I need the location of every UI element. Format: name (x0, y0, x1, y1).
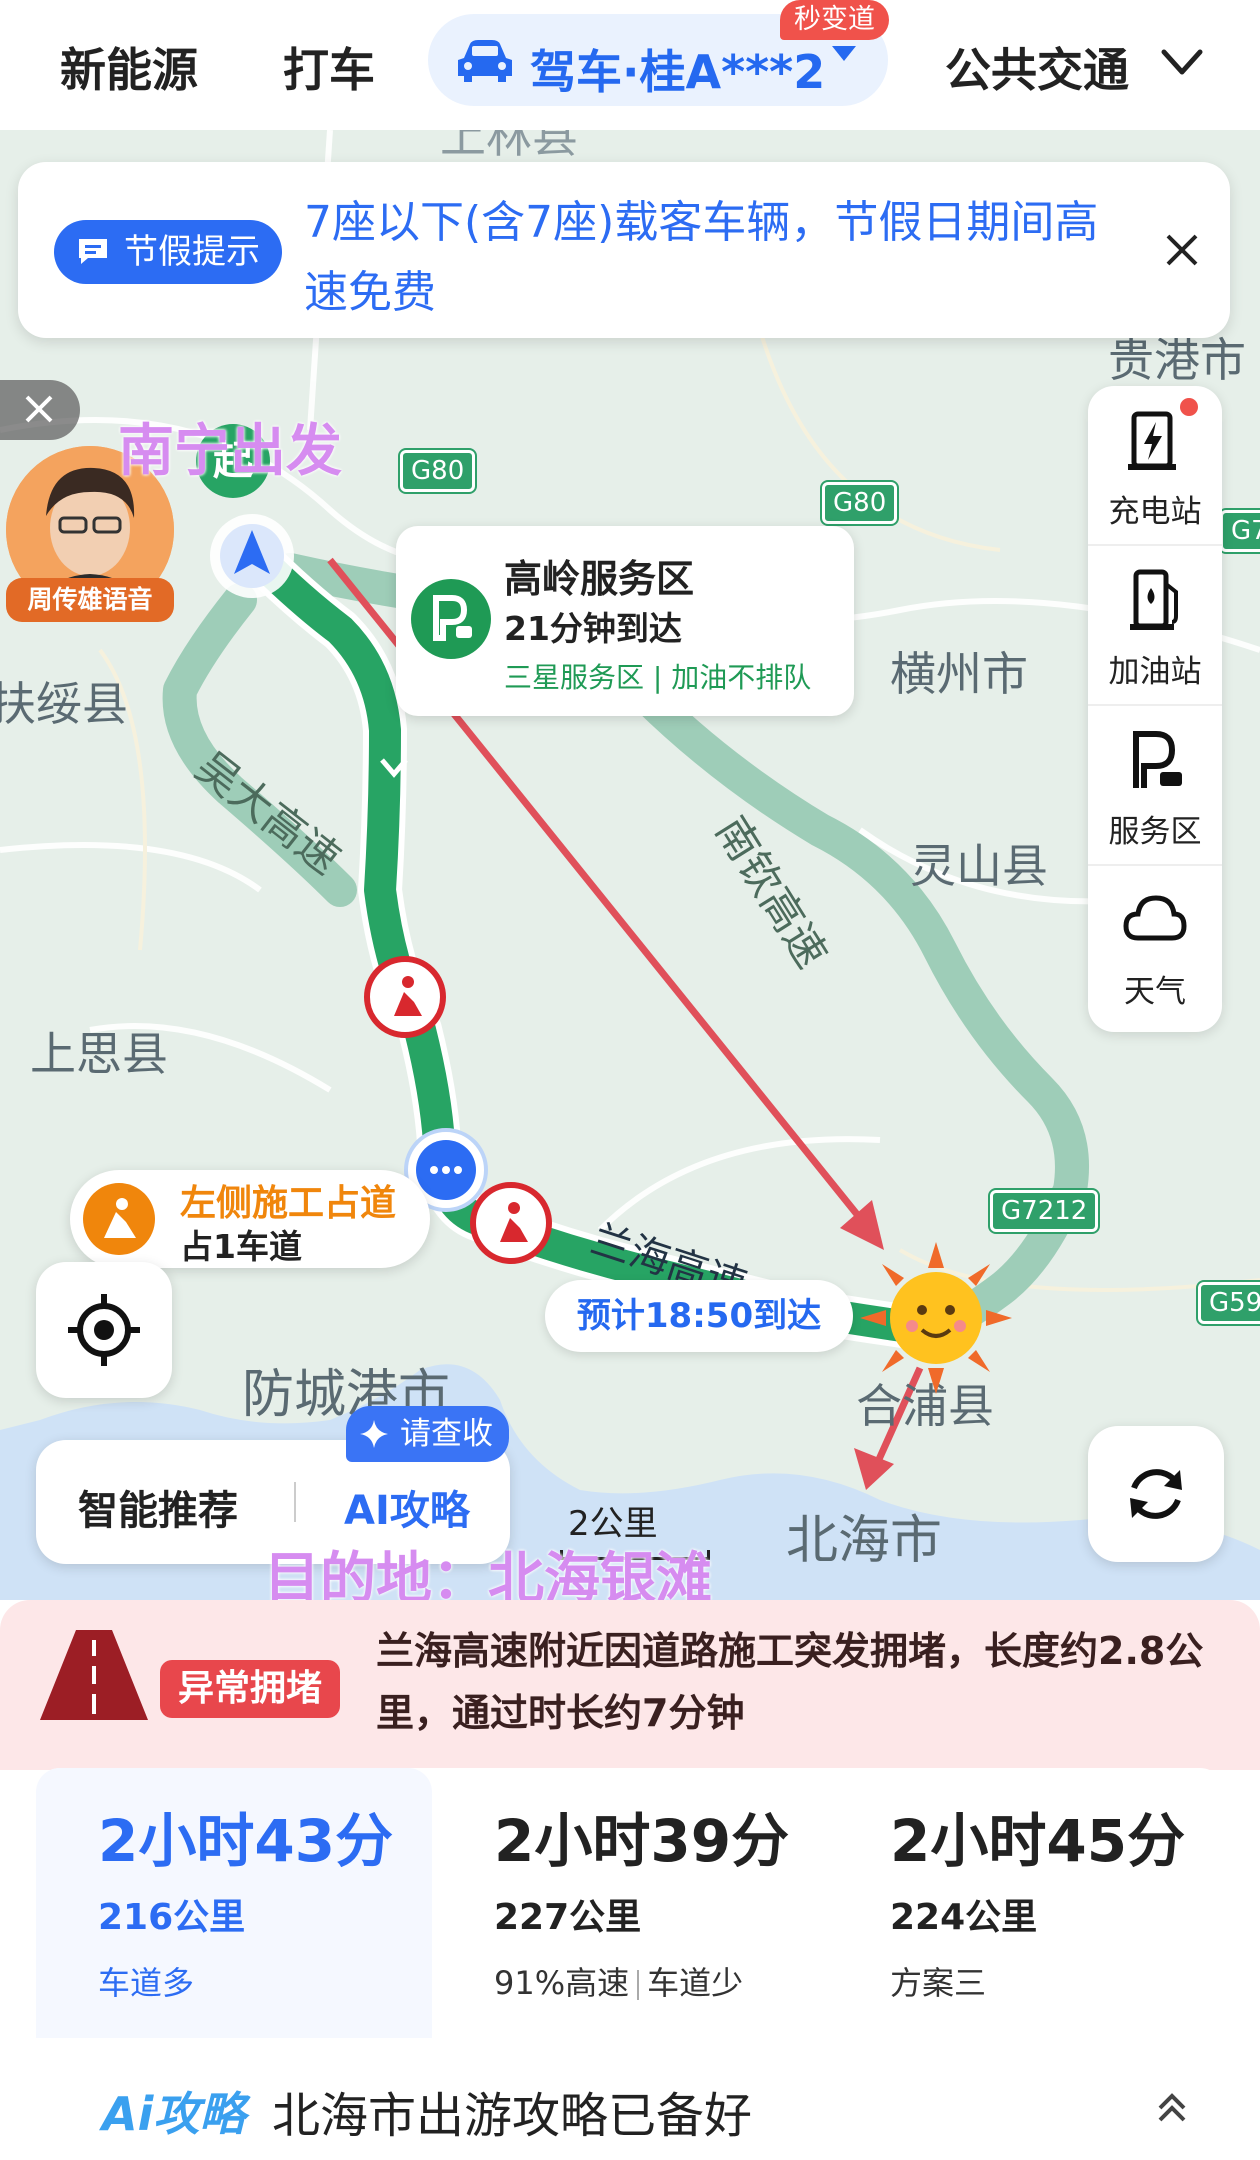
gas-station-button[interactable]: 加油站 (1088, 546, 1222, 706)
refresh-icon (1130, 1469, 1182, 1519)
message-icon (79, 239, 107, 264)
tab-transit[interactable]: 公共交通 (945, 34, 1129, 100)
highway-shield-g72: G72 (1220, 510, 1260, 552)
route-feature-a: 车道多 (98, 1964, 195, 2002)
weather-label: 天气 (1124, 974, 1186, 1010)
crosshair-icon (68, 1294, 140, 1366)
route-option-1[interactable]: 2小时43分 216公里 车道多 (36, 1768, 432, 2038)
mode-tab-bar: 新能源 打车 驾车·桂A***2 秒变道 公共交通 (0, 0, 1260, 130)
route-feature-a: 方案三 (890, 1964, 987, 2002)
holiday-notice: 节假提示 7座以下(含7座)载客车辆，节假日期间高速免费 (18, 162, 1230, 338)
map-label-hengzhou: 横州市 (890, 647, 1028, 701)
ai-guide-button[interactable]: AI攻略 (344, 1478, 470, 1536)
charging-station-button[interactable]: 充电站 (1088, 386, 1222, 546)
expand-tabs-icon[interactable] (1160, 40, 1204, 84)
gas-pump-icon (1130, 569, 1178, 630)
voice-avatar-caption: 周传雄语音 (6, 578, 174, 622)
map-label-lingshan: 灵山县 (910, 839, 1048, 893)
chevron-down-icon (832, 46, 856, 61)
route-option-3[interactable]: 2小时45分 224公里 方案三 (828, 1768, 1224, 2038)
route-duration: 2小时45分 (890, 1807, 1186, 1875)
fast-lane-badge: 秒变道 (780, 0, 889, 40)
car-icon (458, 40, 512, 82)
route-distance: 224公里 (890, 1897, 1038, 1938)
refresh-route-button[interactable] (1088, 1426, 1224, 1562)
construction-detail: 占1车道 (180, 1227, 302, 1266)
charging-station-label: 充电站 (1108, 494, 1202, 530)
map-label-shangsi: 上思县 (30, 1027, 168, 1081)
service-area-arrival: 21分钟到达 (504, 609, 682, 648)
construction-info-card[interactable]: 左侧施工占道 占1车道 (70, 1170, 430, 1268)
route-options: 2小时43分 216公里 车道多 2小时39分 227公里 91%高速 车道少 2… (36, 1768, 1224, 2160)
route-duration: 2小时43分 (98, 1807, 394, 1875)
tab-taxi[interactable]: 打车 (283, 34, 375, 100)
map-label-fusui: 扶绥县 (0, 677, 128, 731)
tab-new-energy[interactable]: 新能源 (60, 34, 198, 100)
map-label-beihai: 北海市 (786, 1511, 943, 1571)
departure-annotation: 南宁出发 (118, 419, 342, 484)
map-label-town-top: 上林县 (440, 130, 578, 163)
holiday-notice-text: 7座以下(含7座)载客车辆，节假日期间高速免费 (304, 197, 1099, 318)
route-map[interactable]: 上林县 贵港市 扶绥县 横州市 灵山县 上思县 防城港市 合浦县 北海市 吴大高… (0, 130, 1260, 1600)
ai-guide-text: 北海市出游攻略已备好 (272, 2088, 753, 2144)
eta-label: 预计18:50到达 (545, 1280, 853, 1352)
destination-annotation: 目的地：北海银滩 (264, 1547, 712, 1600)
congestion-message: 兰海高速附近因道路施工突发拥堵，长度约2.8公里，通过时长约7分钟 (376, 1629, 1204, 1735)
holiday-notice-badge: 节假提示 (54, 220, 282, 284)
route-feature: 方案三 (890, 1958, 986, 2004)
locate-me-button[interactable] (36, 1262, 172, 1398)
please-check-label: 请查收 (400, 1416, 493, 1452)
charging-station-icon (1128, 411, 1176, 470)
service-area-name: 高岭服务区 (504, 557, 695, 601)
route-distance: 227公里 (494, 1897, 642, 1938)
avatar-close-button[interactable] (0, 380, 80, 440)
cloud-icon (1123, 895, 1187, 941)
ai-guide-logo: Ai攻略 (102, 2087, 246, 2141)
holiday-notice-badge-label: 节假提示 (124, 232, 260, 272)
current-location-arrow-icon (210, 514, 294, 598)
map-tools-panel: 充电站 加油站 服务区 天气 (1088, 386, 1222, 1032)
highway-shield-g7212: G7212 (990, 1190, 1099, 1232)
route-feature-a: 91%高速 (494, 1964, 630, 2002)
gas-station-label: 加油站 (1108, 654, 1202, 690)
route-feature-b: 车道少 (647, 1964, 744, 2002)
chevron-up-icon[interactable] (1152, 2088, 1192, 2128)
road-congestion-icon (40, 1630, 148, 1720)
congestion-tag: 异常拥堵 (160, 1660, 341, 1718)
parking-service-icon (1133, 731, 1182, 788)
map-base-layer (0, 130, 1260, 1600)
service-area-card[interactable]: 高岭服务区 21分钟到达 三星服务区 | 加油不排队 (396, 526, 854, 716)
highway-shield-g80: G80 (400, 450, 476, 492)
route-option-2[interactable]: 2小时39分 227公里 91%高速 车道少 (432, 1768, 828, 2038)
sun-weather-icon (860, 1242, 1012, 1394)
close-icon[interactable] (1160, 228, 1204, 272)
service-area-icon (411, 579, 491, 659)
congestion-alert[interactable]: 异常拥堵 兰海高速附近因道路施工突发拥堵，长度约2.8公里，通过时长约7分钟 (0, 1600, 1260, 1770)
close-icon (25, 395, 53, 423)
service-area-details: 三星服务区 | 加油不排队 (504, 661, 812, 694)
smart-recommend-button[interactable]: 智能推荐 (78, 1478, 238, 1536)
ai-guide-row[interactable]: Ai攻略 北海市出游攻略已备好 (72, 2068, 1260, 2158)
route-feature: 91%高速 车道少 (494, 1958, 743, 2004)
roadwork-icon (83, 1183, 155, 1255)
route-panel: 异常拥堵 兰海高速附近因道路施工突发拥堵，长度约2.8公里，通过时长约7分钟 2… (0, 1600, 1260, 2160)
service-area-tool-label: 服务区 (1108, 814, 1202, 850)
route-feature: 车道多 (98, 1958, 194, 2004)
highway-shield-g80: G80 (822, 482, 898, 524)
divider (637, 1970, 640, 2000)
highway-shield-g59: G59 (1198, 1282, 1260, 1324)
route-duration: 2小时39分 (494, 1807, 790, 1875)
route-distance: 216公里 (98, 1897, 246, 1938)
weather-button[interactable]: 天气 (1088, 866, 1222, 1026)
construction-sign-icon (364, 956, 446, 1038)
service-area-button[interactable]: 服务区 (1088, 706, 1222, 866)
please-check-tip: 请查收 (346, 1406, 509, 1462)
notification-dot (1180, 398, 1198, 416)
construction-title: 左侧施工占道 (180, 1183, 397, 1224)
drive-tab-label: 驾车·桂A***2 (530, 45, 826, 99)
divider (294, 1482, 296, 1522)
sparkle-icon (360, 1420, 388, 1448)
